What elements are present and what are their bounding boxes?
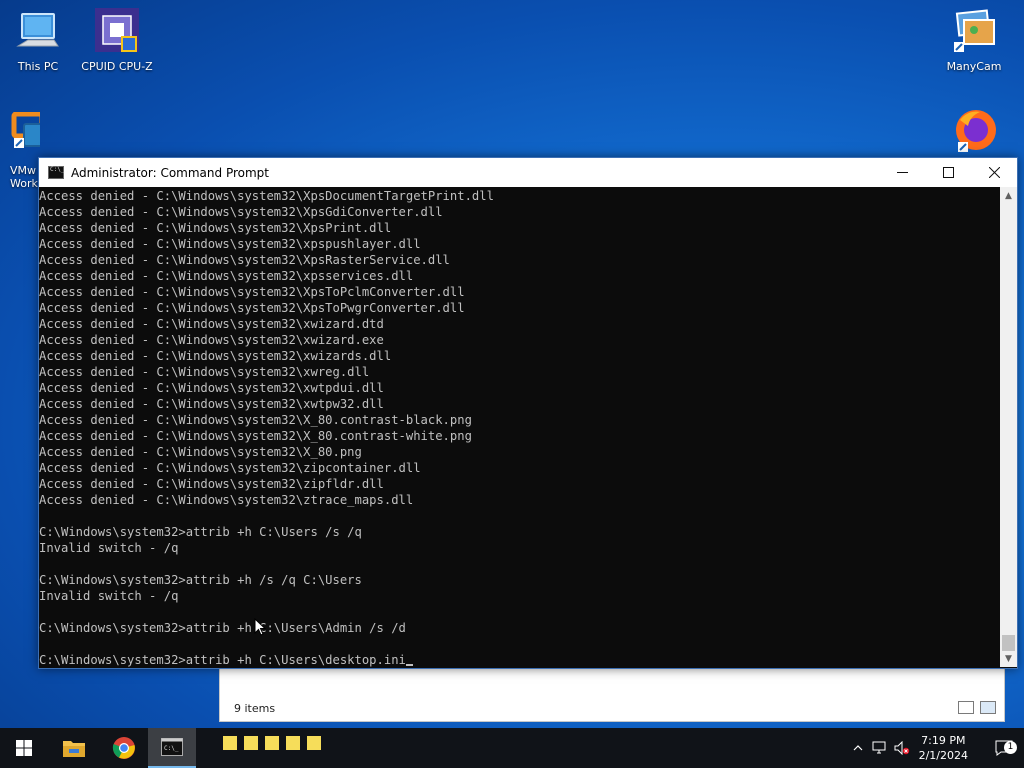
desktop-icon-label: VMw Work bbox=[10, 164, 38, 190]
console-line: Access denied - C:\Windows\system32\xwiz… bbox=[39, 317, 384, 331]
large-icons-view-icon[interactable] bbox=[980, 701, 996, 714]
clock-time: 7:19 PM bbox=[921, 734, 966, 747]
taskbar-sticky-notes[interactable] bbox=[223, 736, 321, 750]
computer-icon bbox=[14, 8, 62, 56]
desktop-icon-cpuz[interactable]: CPUID CPU-Z bbox=[79, 8, 155, 73]
close-button[interactable] bbox=[971, 158, 1017, 187]
console-line: Access denied - C:\Windows\system32\zipc… bbox=[39, 461, 421, 475]
minimize-button[interactable] bbox=[879, 158, 925, 187]
console-line: Invalid switch - /q bbox=[39, 589, 179, 603]
scroll-down-arrow-icon[interactable]: ▼ bbox=[1000, 650, 1017, 667]
start-button[interactable] bbox=[0, 728, 48, 768]
window-titlebar[interactable]: Administrator: Command Prompt bbox=[39, 158, 1017, 187]
console-line: Access denied - C:\Windows\system32\xwre… bbox=[39, 365, 370, 379]
file-explorer-window[interactable]: 9 items bbox=[219, 664, 1005, 722]
cpuz-icon bbox=[93, 8, 141, 56]
console-line: Access denied - C:\Windows\system32\zipf… bbox=[39, 477, 384, 491]
console-prompt-line[interactable]: C:\Windows\system32>attrib +h C:\Users\d… bbox=[39, 652, 1000, 668]
console-line: Access denied - C:\Windows\system32\XpsG… bbox=[39, 205, 443, 219]
desktop-icon-manycam[interactable]: ManyCam bbox=[936, 8, 1012, 73]
desktop-icon-firefox[interactable] bbox=[936, 106, 1012, 158]
taskbar-file-explorer[interactable] bbox=[50, 728, 98, 768]
maximize-icon bbox=[942, 167, 954, 178]
clock-date: 2/1/2024 bbox=[918, 749, 968, 762]
show-hidden-icons-chevron-up-icon[interactable] bbox=[847, 728, 869, 768]
window-controls bbox=[879, 158, 1017, 187]
chrome-icon bbox=[112, 737, 135, 759]
manycam-icon bbox=[950, 8, 998, 56]
command-prompt-window[interactable]: Administrator: Command Prompt Access den… bbox=[38, 157, 1018, 669]
console-line: C:\Windows\system32>attrib +h C:\Users /… bbox=[39, 525, 362, 539]
action-center-button[interactable]: 1 bbox=[984, 728, 1024, 768]
desktop-icon-vmware[interactable]: VMw Work bbox=[0, 112, 40, 190]
taskbar-chrome[interactable] bbox=[100, 728, 148, 768]
svg-text:C:\_: C:\_ bbox=[164, 745, 179, 752]
taskbar-clock[interactable]: 7:19 PM 2/1/2024 bbox=[919, 733, 968, 763]
console-line: Invalid switch - /q bbox=[39, 541, 179, 555]
windows-logo-icon bbox=[16, 740, 32, 756]
console-line: Access denied - C:\Windows\system32\xwiz… bbox=[39, 333, 384, 347]
console-line: Access denied - C:\Windows\system32\XpsD… bbox=[39, 189, 494, 203]
console-line: Access denied - C:\Windows\system32\xpss… bbox=[39, 269, 414, 283]
folder-icon bbox=[63, 741, 85, 757]
sticky-note-icon[interactable] bbox=[265, 736, 279, 750]
scroll-up-arrow-icon[interactable]: ▲ bbox=[1000, 187, 1017, 204]
desktop-icon-label: This PC bbox=[17, 60, 59, 73]
desktop-icon-label: ManyCam bbox=[946, 60, 1002, 73]
sticky-note-icon[interactable] bbox=[286, 736, 300, 750]
explorer-view-buttons bbox=[958, 701, 996, 714]
console-line: Access denied - C:\Windows\system32\xpsp… bbox=[39, 237, 421, 251]
console-line: Access denied - C:\Windows\system32\XpsR… bbox=[39, 253, 450, 267]
console-line: C:\Windows\system32>attrib +h C:\Users\A… bbox=[39, 621, 406, 635]
console-line: Access denied - C:\Windows\system32\XpsT… bbox=[39, 301, 465, 315]
console-line: Access denied - C:\Windows\system32\ztra… bbox=[39, 493, 414, 507]
text-cursor bbox=[405, 664, 413, 666]
console-line: Access denied - C:\Windows\system32\xwtp… bbox=[39, 397, 384, 411]
console-line: Access denied - C:\Windows\system32\X_80… bbox=[39, 429, 472, 443]
console-line: Access denied - C:\Windows\system32\xwiz… bbox=[39, 349, 392, 363]
window-title: Administrator: Command Prompt bbox=[71, 165, 269, 180]
close-icon bbox=[988, 167, 1000, 178]
explorer-status-text: 9 items bbox=[234, 702, 276, 715]
console-line: Access denied - C:\Windows\system32\X_80… bbox=[39, 445, 362, 459]
sticky-note-icon[interactable] bbox=[223, 736, 237, 750]
maximize-button[interactable] bbox=[925, 158, 971, 187]
mouse-pointer-icon bbox=[254, 618, 266, 636]
prompt-text: C:\Windows\system32>attrib +h C:\Users\d… bbox=[39, 653, 406, 667]
sticky-note-icon[interactable] bbox=[244, 736, 258, 750]
desktop-icon-this-pc[interactable]: This PC bbox=[0, 8, 76, 73]
scrollbar-thumb[interactable] bbox=[1002, 635, 1015, 651]
console-line: Access denied - C:\Windows\system32\XpsP… bbox=[39, 221, 392, 235]
console-line: Access denied - C:\Windows\system32\xwtp… bbox=[39, 381, 384, 395]
console-line: Access denied - C:\Windows\system32\XpsT… bbox=[39, 285, 465, 299]
vmware-icon bbox=[10, 112, 40, 160]
taskbar: C:\_ 7:19 PM 2/1/2024 1 bbox=[0, 728, 1024, 768]
taskbar-command-prompt[interactable]: C:\_ bbox=[148, 728, 196, 768]
firefox-icon bbox=[950, 106, 998, 154]
volume-muted-icon[interactable] bbox=[891, 728, 913, 768]
sticky-note-icon[interactable] bbox=[307, 736, 321, 750]
notification-badge: 1 bbox=[1004, 741, 1017, 754]
console-line: C:\Windows\system32>attrib +h /s /q C:\U… bbox=[39, 573, 362, 587]
console-output[interactable]: Access denied - C:\Windows\system32\XpsD… bbox=[39, 187, 1000, 668]
system-tray: 7:19 PM 2/1/2024 1 bbox=[847, 728, 1024, 768]
desktop-icon-label: CPUID CPU-Z bbox=[81, 60, 153, 73]
cmd-icon: C:\_ bbox=[161, 738, 183, 756]
cmd-app-icon[interactable] bbox=[48, 166, 64, 179]
network-icon[interactable] bbox=[869, 728, 891, 768]
details-view-icon[interactable] bbox=[958, 701, 974, 714]
console-line: Access denied - C:\Windows\system32\X_80… bbox=[39, 413, 472, 427]
minimize-icon bbox=[896, 172, 908, 173]
vertical-scrollbar[interactable]: ▲ ▼ bbox=[1000, 187, 1017, 667]
